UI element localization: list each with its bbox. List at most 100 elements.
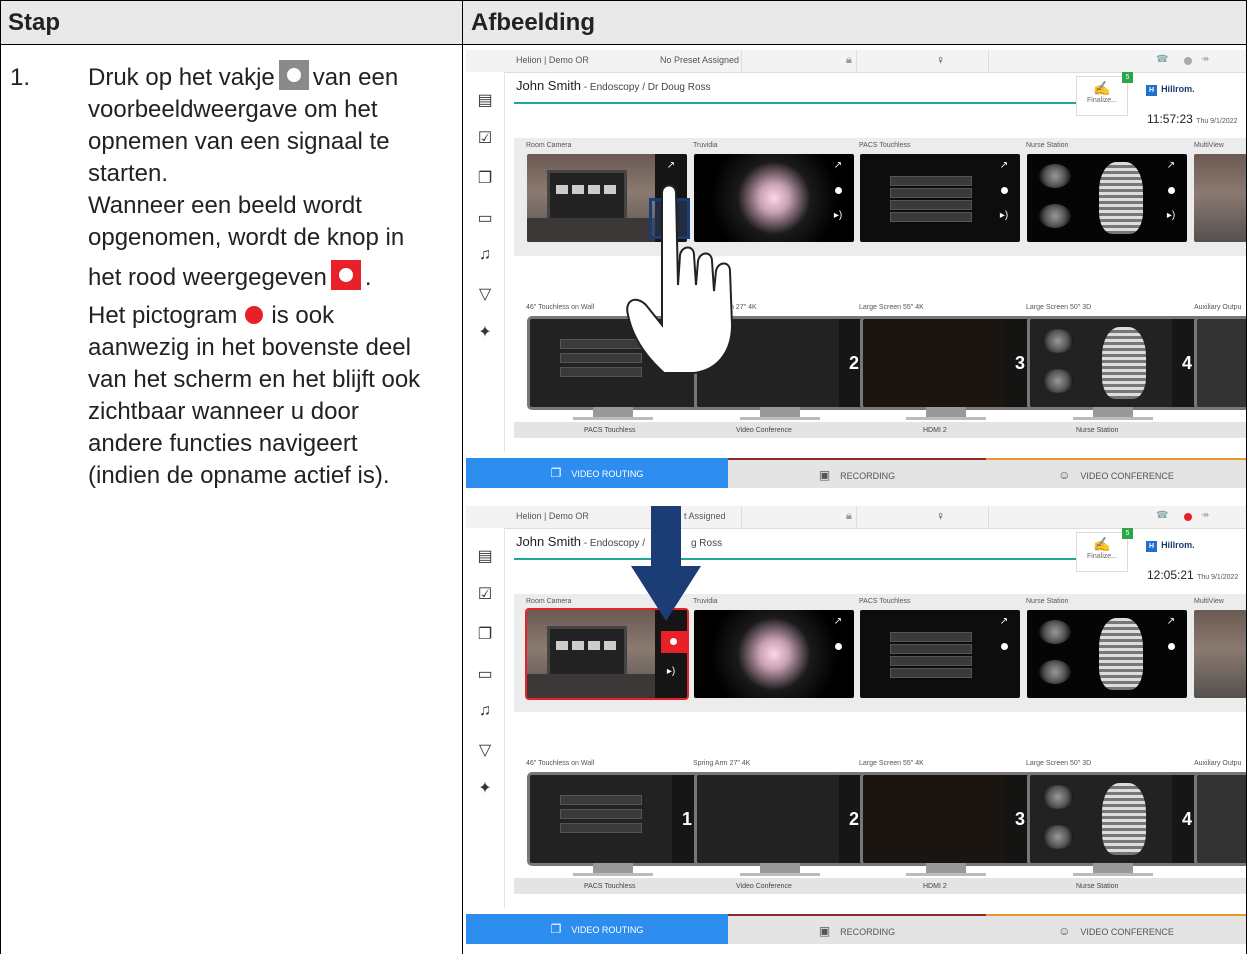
header-step: Stap bbox=[0, 0, 462, 44]
record-button[interactable] bbox=[1168, 187, 1175, 194]
source-tile-multiview[interactable] bbox=[1194, 154, 1246, 242]
person-icon[interactable]: ♀ bbox=[936, 509, 945, 523]
camera-control-icon[interactable]: ✦ bbox=[474, 778, 496, 800]
clock-date: Thu 9/1/2022 bbox=[1196, 118, 1238, 125]
expand-icon[interactable]: ↗ bbox=[988, 160, 1020, 171]
source-tile-pacs[interactable]: ↗ bbox=[860, 610, 1020, 698]
pacs-row bbox=[890, 200, 972, 210]
finalize-badge: 5 bbox=[1122, 528, 1133, 539]
record-button-active[interactable] bbox=[661, 631, 687, 653]
tab-recording[interactable]: ▣ RECORDING bbox=[728, 458, 986, 488]
tab-video-conference[interactable]: ☺ VIDEO CONFERENCE bbox=[986, 914, 1246, 944]
tile-controls: ↗ bbox=[1155, 610, 1187, 698]
finalize-button[interactable]: ✍ Finalize... 5 bbox=[1076, 528, 1133, 572]
xray-lung bbox=[1042, 785, 1074, 809]
monitor-display[interactable]: 3 bbox=[860, 772, 1038, 866]
monitor-display[interactable]: 3 bbox=[860, 316, 1038, 410]
display-icon[interactable]: ▭ bbox=[474, 664, 496, 686]
camera-control-icon[interactable]: ✦ bbox=[474, 322, 496, 344]
monitor-base bbox=[1073, 417, 1153, 420]
brand-logo: H Hillrom. bbox=[1146, 84, 1216, 102]
pacs-row bbox=[890, 656, 972, 666]
stream-icon[interactable]: ▸) bbox=[655, 666, 687, 677]
pacs-row bbox=[890, 176, 972, 186]
source-tile-nurse-station[interactable]: ↗ ▸) bbox=[1027, 154, 1187, 242]
checklist-icon[interactable]: ☑ bbox=[474, 128, 496, 150]
expand-icon[interactable]: ↗ bbox=[1155, 160, 1187, 171]
source-label: Nurse Station bbox=[1026, 598, 1069, 605]
step-line-6: opgenomen, wordt de knop in bbox=[88, 224, 405, 251]
monitor-display[interactable]: 1 bbox=[527, 772, 705, 866]
status-icons: ☎︎ ↠ bbox=[1156, 54, 1216, 65]
monitor-stand bbox=[593, 863, 633, 873]
expand-icon[interactable]: ↗ bbox=[1155, 616, 1187, 627]
tab-label: RECORDING bbox=[840, 927, 896, 937]
monitor-base bbox=[573, 873, 653, 876]
source-tile-pacs[interactable]: ↗ ▸) bbox=[860, 154, 1020, 242]
bottom-tabs: ❐ VIDEO ROUTING ▣ RECORDING ☺ VIDEO CONFERE… bbox=[466, 458, 1246, 488]
monitor-base bbox=[906, 873, 986, 876]
display-icon[interactable]: ▭ bbox=[474, 208, 496, 230]
tab-label: VIDEO CONFERENCE bbox=[1080, 471, 1174, 481]
tab-video-routing[interactable]: ❐ VIDEO ROUTING bbox=[466, 458, 728, 488]
pacs-row bbox=[890, 668, 972, 678]
monitor-display[interactable] bbox=[1194, 772, 1246, 866]
record-button[interactable] bbox=[1168, 643, 1175, 650]
step-line-2: voorbeeldweergave om het bbox=[88, 96, 378, 123]
room-tv bbox=[547, 170, 627, 222]
monitor-stand bbox=[760, 407, 800, 417]
stream-icon[interactable]: ▸) bbox=[1155, 210, 1187, 221]
step-line-4: starten. bbox=[88, 160, 169, 187]
source-tile-room-camera[interactable]: ▸) bbox=[525, 608, 689, 700]
checklist-icon[interactable]: ☑ bbox=[474, 584, 496, 606]
source-tile-nurse-station[interactable]: ↗ bbox=[1027, 610, 1187, 698]
audio-icon[interactable]: ♫ bbox=[474, 702, 496, 724]
room-shelf bbox=[527, 674, 657, 698]
record-button[interactable] bbox=[1001, 643, 1008, 650]
expand-icon[interactable]: ↗ bbox=[988, 616, 1020, 627]
light-icon[interactable]: ▽ bbox=[474, 284, 496, 306]
record-button[interactable] bbox=[835, 187, 842, 194]
lock-icon[interactable]: 🔒︎ bbox=[846, 54, 852, 67]
patient-procedure: - Endoscopy / Dr Doug Ross bbox=[581, 82, 711, 93]
patient-header[interactable]: John Smith - Endoscopy / Dr Doug Ross bbox=[516, 78, 711, 93]
record-button[interactable] bbox=[1001, 187, 1008, 194]
monitor-display[interactable]: 2 bbox=[694, 772, 872, 866]
source-tile-truvidia[interactable]: ↗ bbox=[694, 610, 854, 698]
stream-icon[interactable]: ▸) bbox=[988, 210, 1020, 221]
status-divider bbox=[988, 50, 989, 72]
pacs-row bbox=[560, 823, 642, 833]
tab-video-conference[interactable]: ☺ VIDEO CONFERENCE bbox=[986, 458, 1246, 488]
expand-icon[interactable]: ↗ bbox=[822, 616, 854, 627]
person-icon[interactable]: ♀ bbox=[936, 53, 945, 67]
tile-controls: ↗ ▸) bbox=[988, 154, 1020, 242]
signature-icon: ✍ bbox=[1093, 80, 1111, 96]
clock-time: 12:05:21 bbox=[1147, 568, 1194, 582]
sidebar: ▤ ☑ ❐ ▭ ♫ ▽ ✦ bbox=[466, 528, 505, 908]
record-button[interactable] bbox=[835, 643, 842, 650]
monitor-display[interactable]: 4 bbox=[1027, 316, 1205, 410]
routing-icon[interactable]: ❐ bbox=[474, 624, 496, 646]
patient-card-icon[interactable]: ▤ bbox=[474, 90, 496, 112]
source-tile-multiview[interactable] bbox=[1194, 610, 1246, 698]
finalize-label: Finalize... bbox=[1087, 553, 1117, 560]
source-label: PACS Touchless bbox=[859, 598, 911, 605]
expand-icon[interactable]: ↗ bbox=[822, 160, 854, 171]
routing-icon[interactable]: ❐ bbox=[474, 168, 496, 190]
patient-card-icon[interactable]: ▤ bbox=[474, 546, 496, 568]
monitor-display[interactable]: 4 bbox=[1027, 772, 1205, 866]
tab-label: VIDEO ROUTING bbox=[571, 469, 644, 479]
source-label: MultiView bbox=[1194, 142, 1224, 149]
xray-spine bbox=[1099, 618, 1143, 690]
lock-icon[interactable]: 🔒︎ bbox=[846, 510, 852, 523]
tab-recording[interactable]: ▣ RECORDING bbox=[728, 914, 986, 944]
monitor-label: Large Screen 50" 3D bbox=[1026, 304, 1092, 311]
monitor-stand bbox=[593, 407, 633, 417]
finalize-button[interactable]: ✍ Finalize... 5 bbox=[1076, 72, 1133, 116]
monitor-display[interactable] bbox=[1194, 316, 1246, 410]
xray-spine bbox=[1102, 783, 1146, 855]
light-icon[interactable]: ▽ bbox=[474, 740, 496, 762]
stream-icon[interactable]: ▸) bbox=[822, 210, 854, 221]
audio-icon[interactable]: ♫ bbox=[474, 246, 496, 268]
tab-video-routing[interactable]: ❐ VIDEO ROUTING bbox=[466, 914, 728, 944]
